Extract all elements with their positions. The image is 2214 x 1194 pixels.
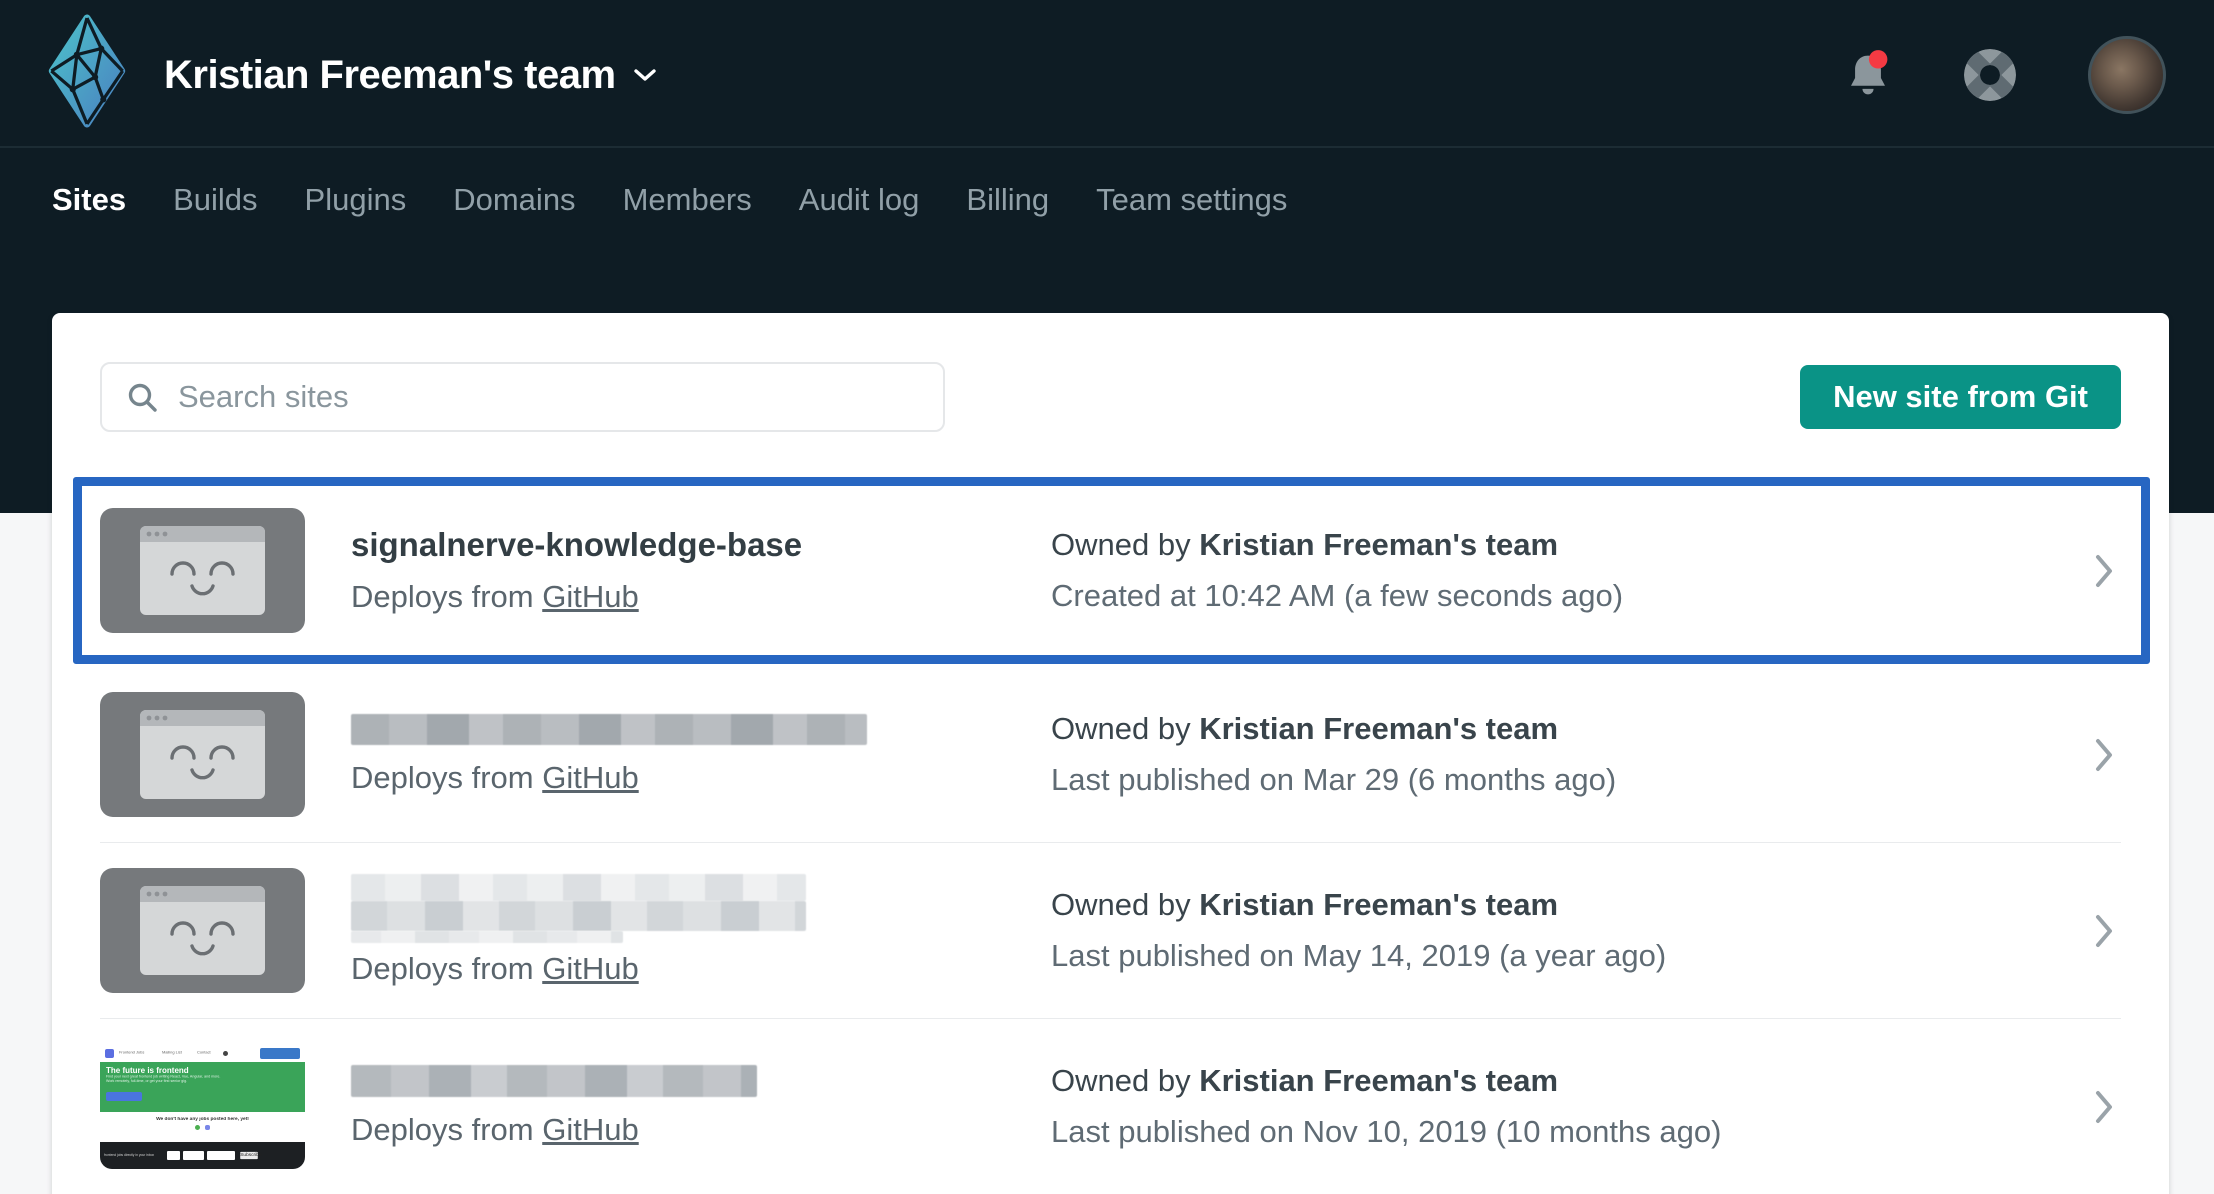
- owner-name: Kristian Freeman's team: [1199, 711, 1559, 746]
- twitter-icon: [223, 1050, 229, 1056]
- site-status: Last published on Mar 29 (6 months ago): [1051, 762, 1617, 797]
- owner-name: Kristian Freeman's team: [1199, 1063, 1559, 1098]
- bell-icon: [1844, 50, 1892, 104]
- help-button[interactable]: [1962, 47, 2018, 103]
- owner-name: Kristian Freeman's team: [1199, 887, 1559, 922]
- owned-by-label: Owned by: [1051, 1063, 1191, 1098]
- tab-billing[interactable]: Billing: [966, 182, 1049, 218]
- notifications-button[interactable]: [1844, 49, 1892, 101]
- site-placeholder-thumbnail: [100, 508, 305, 633]
- site-row[interactable]: Deploys from GitHub Owned by Kristian Fr…: [100, 667, 2121, 843]
- netlify-logo-icon[interactable]: [48, 14, 126, 133]
- mini-hero-button: [106, 1091, 142, 1101]
- top-bar: Kristian Freeman's team: [0, 0, 2214, 150]
- mini-nav-link: Mailing List: [162, 1051, 183, 1055]
- site-row[interactable]: Frontend Jobs Mailing List Contact The f…: [100, 1019, 2121, 1194]
- search-field-wrap: [100, 362, 945, 432]
- site-placeholder-thumbnail: [100, 868, 305, 993]
- tab-members[interactable]: Members: [623, 182, 752, 218]
- tab-builds[interactable]: Builds: [173, 182, 257, 218]
- owner-name: Kristian Freeman's team: [1199, 527, 1559, 562]
- deploys-from-label: Deploys from: [351, 951, 534, 986]
- redacted-site-name: [351, 713, 867, 745]
- site-screenshot-thumbnail: Frontend Jobs Mailing List Contact The f…: [100, 1044, 305, 1169]
- mini-empty-state-text: We don't have any jobs posted here, yet!: [156, 1117, 249, 1122]
- redacted-site-name: [351, 874, 1051, 943]
- sites-list: signalnerve-knowledge-base Deploys from …: [52, 477, 2169, 1194]
- team-name: Kristian Freeman's team: [164, 52, 616, 97]
- redacted-site-name: [351, 1065, 757, 1097]
- deploys-from-label: Deploys from: [351, 579, 534, 614]
- mini-nav-link: Contact: [197, 1051, 212, 1055]
- lifebuoy-icon: [1962, 49, 2018, 106]
- site-placeholder-thumbnail: [100, 692, 305, 817]
- deploys-from-label: Deploys from: [351, 759, 534, 795]
- tab-plugins[interactable]: Plugins: [305, 182, 407, 218]
- chevron-down-icon: [632, 66, 658, 84]
- sites-toolbar: New site from Git: [52, 313, 2169, 432]
- site-status: Last published on May 14, 2019 (a year a…: [1051, 938, 1667, 973]
- tab-team-settings[interactable]: Team settings: [1096, 182, 1287, 218]
- user-avatar[interactable]: [2088, 36, 2166, 114]
- deploys-from-label: Deploys from: [351, 1112, 534, 1147]
- mini-subscribe-button: Subscribe: [240, 1151, 262, 1160]
- github-link[interactable]: GitHub: [542, 760, 638, 795]
- site-name: signalnerve-knowledge-base: [351, 526, 803, 563]
- chevron-right-icon: [2093, 736, 2121, 774]
- github-link[interactable]: GitHub: [542, 951, 638, 986]
- new-site-from-git-button[interactable]: New site from Git: [1800, 365, 2121, 429]
- mini-footer-text: frontend jobs directly in your inbox: [104, 1153, 155, 1157]
- github-link[interactable]: GitHub: [542, 579, 638, 614]
- chevron-right-icon: [2093, 912, 2121, 950]
- search-input[interactable]: [100, 362, 945, 432]
- mini-nav-brand: Frontend Jobs: [119, 1051, 145, 1055]
- team-nav: Sites Builds Plugins Domains Members Aud…: [52, 182, 1287, 218]
- site-status: Created at 10:42 AM (a few seconds ago): [1051, 578, 1624, 613]
- owned-by-label: Owned by: [1051, 527, 1191, 562]
- sites-card: New site from Git signalnerve-knowledge-…: [52, 313, 2169, 1194]
- site-row-signalnerve-knowledge-base[interactable]: signalnerve-knowledge-base Deploys from …: [73, 477, 2150, 664]
- chevron-right-icon: [2093, 1088, 2121, 1126]
- top-actions: [1844, 0, 2166, 150]
- team-switcher[interactable]: Kristian Freeman's team: [164, 0, 658, 150]
- mini-hero-title: The future is frontend: [106, 1066, 189, 1075]
- owned-by-label: Owned by: [1051, 887, 1191, 922]
- mini-site-logo: [105, 1048, 114, 1058]
- tab-domains[interactable]: Domains: [453, 182, 575, 218]
- chevron-right-icon: [2093, 552, 2121, 590]
- tab-sites[interactable]: Sites: [52, 182, 126, 218]
- tab-audit-log[interactable]: Audit log: [799, 182, 920, 218]
- mini-nav-button: [260, 1047, 300, 1059]
- site-row[interactable]: Deploys from GitHub Owned by Kristian Fr…: [100, 843, 2121, 1019]
- github-link[interactable]: GitHub: [542, 1112, 638, 1147]
- site-status: Last published on Nov 10, 2019 (10 month…: [1051, 1114, 1722, 1149]
- owned-by-label: Owned by: [1051, 711, 1191, 746]
